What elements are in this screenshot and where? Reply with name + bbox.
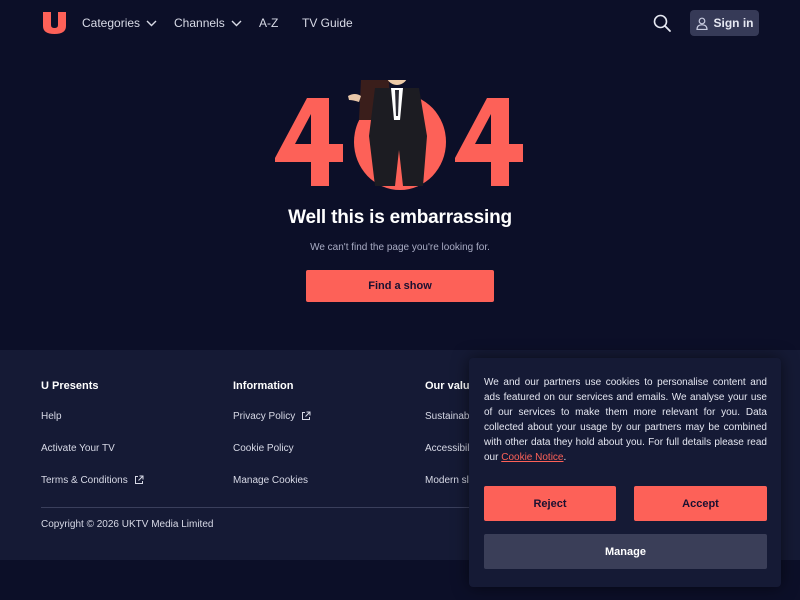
copyright-text: Copyright © 2026 UKTV Media Limited: [41, 519, 214, 530]
cookie-notice-link[interactable]: Cookie Notice: [501, 452, 563, 463]
page-title: Well this is embarrassing: [288, 207, 512, 228]
find-a-show-button[interactable]: Find a show: [306, 270, 494, 302]
footer-link-privacy-policy[interactable]: Privacy Policy: [233, 411, 311, 443]
footer-heading: Information: [233, 380, 294, 392]
footer-link-label: Modern sl: [425, 475, 469, 486]
nav-categories[interactable]: Categories: [82, 16, 157, 30]
sign-in-button[interactable]: Sign in: [690, 10, 759, 36]
footer-link-label: Sustainabi: [425, 411, 472, 422]
nav-a-z-label: A-Z: [259, 16, 279, 30]
footer-link-label: Accessibil: [425, 443, 470, 454]
footer-divider: [41, 507, 481, 508]
search-icon[interactable]: [652, 13, 672, 33]
footer-link-label: Privacy Policy: [233, 411, 296, 422]
cookie-consent-text: We and our partners use cookies to perso…: [484, 375, 767, 465]
footer-link-terms[interactable]: Terms & Conditions: [41, 475, 144, 507]
chevron-down-icon: [146, 20, 157, 26]
external-link-icon: [134, 475, 144, 484]
nav-tv-guide[interactable]: TV Guide: [302, 16, 353, 30]
error-404-graphic: [275, 80, 523, 190]
footer-link-label: Manage Cookies: [233, 475, 309, 486]
chevron-down-icon: [231, 20, 242, 26]
accept-cookies-button[interactable]: Accept: [634, 486, 767, 521]
footer-column-information: Information Privacy Policy Cookie Policy…: [233, 380, 311, 507]
nav-a-z[interactable]: A-Z: [259, 16, 278, 30]
footer-link-label: Cookie Policy: [233, 443, 294, 454]
footer-link-help[interactable]: Help: [41, 411, 144, 443]
u-logo-icon[interactable]: [41, 11, 68, 35]
footer-link-label: Activate Your TV: [41, 443, 115, 454]
site-header: Categories Channels A-Z TV Guide Sign in: [0, 0, 800, 46]
footer-link-label: Help: [41, 411, 62, 422]
cookie-consent-body: We and our partners use cookies to perso…: [484, 377, 767, 463]
user-icon: [695, 17, 708, 30]
sign-in-label: Sign in: [713, 16, 754, 30]
external-link-icon: [302, 411, 311, 420]
nav-tv-guide-label: TV Guide: [302, 16, 353, 30]
nav-categories-label: Categories: [82, 16, 141, 30]
footer-link-activate-tv[interactable]: Activate Your TV: [41, 443, 144, 475]
footer-link-label: Terms & Conditions: [41, 475, 128, 486]
nav-channels[interactable]: Channels: [174, 16, 242, 30]
footer-heading: U Presents: [41, 380, 99, 392]
footer-column-u-presents: U Presents Help Activate Your TV Terms &…: [41, 380, 144, 507]
cookie-consent-dialog: We and our partners use cookies to perso…: [469, 358, 781, 587]
cookie-consent-end: .: [563, 452, 567, 463]
reject-cookies-button[interactable]: Reject: [484, 486, 616, 521]
footer-link-manage-cookies[interactable]: Manage Cookies: [233, 475, 311, 507]
page-subtitle: We can't find the page you're looking fo…: [310, 242, 490, 253]
nav-channels-label: Channels: [174, 16, 225, 30]
manage-cookies-button[interactable]: Manage: [484, 534, 767, 569]
footer-link-cookie-policy[interactable]: Cookie Policy: [233, 443, 311, 475]
